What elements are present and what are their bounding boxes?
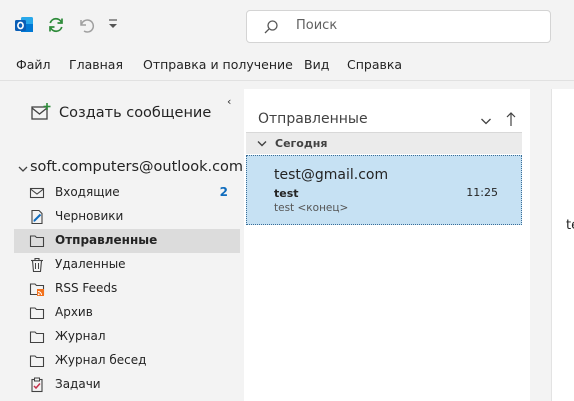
- folder-journal[interactable]: Журнал: [14, 325, 240, 349]
- search-placeholder: Поиск: [296, 18, 338, 33]
- chevron-down-icon: [257, 141, 267, 147]
- folder-label: Журнал бесед: [55, 353, 147, 367]
- tasks-icon: [31, 377, 43, 393]
- message-preview: test <конец>: [274, 202, 349, 214]
- send-receive-icon[interactable]: [46, 15, 66, 35]
- folder-rss-feeds[interactable]: RSS Feeds: [14, 277, 240, 301]
- folder-tasks[interactable]: Задачи: [14, 373, 240, 397]
- folder-sent[interactable]: Отправленные: [14, 229, 240, 253]
- chevron-down-icon: [18, 166, 28, 172]
- unread-count-badge: 2: [219, 185, 228, 199]
- account-name: soft.computers@outlook.com: [30, 159, 244, 175]
- trash-icon: [31, 257, 43, 273]
- folder-icon: [29, 235, 45, 248]
- inbox-icon: [29, 187, 45, 199]
- rss-icon: [29, 283, 45, 296]
- menu-bar: Файл Главная Отправка и получение Вид Сп…: [0, 52, 574, 80]
- folder-drafts[interactable]: Черновики: [14, 205, 240, 229]
- customize-toolbar-icon[interactable]: [105, 16, 125, 36]
- undo-icon[interactable]: [76, 15, 96, 35]
- message-list-pane: Отправленные Сегодня test@gmail.com test…: [244, 89, 530, 401]
- search-icon: [263, 19, 279, 35]
- folder-label: Задачи: [55, 377, 101, 391]
- new-message-label: Создать сообщение: [59, 105, 212, 121]
- folder-label: Черновики: [55, 209, 124, 223]
- folder-label: Удаленные: [55, 257, 126, 271]
- menu-send-receive[interactable]: Отправка и получение: [143, 57, 293, 72]
- sort-arrow-up-icon[interactable]: [506, 111, 516, 127]
- message-item[interactable]: test@gmail.com test 11:25 test <конец>: [246, 155, 522, 225]
- folder-icon: [29, 307, 45, 320]
- folder-inbox[interactable]: Входящие 2: [14, 181, 240, 205]
- folder-label: Входящие: [55, 185, 120, 199]
- outlook-logo-icon: [14, 15, 34, 35]
- folder-label: Отправленные: [55, 233, 158, 247]
- folder-label: RSS Feeds: [55, 281, 118, 295]
- filter-chevron-icon[interactable]: [480, 115, 492, 127]
- message-subject: test: [274, 187, 299, 200]
- menu-help[interactable]: Справка: [347, 57, 402, 72]
- search-input[interactable]: Поиск: [246, 10, 551, 43]
- new-mail-icon: [31, 103, 51, 120]
- date-group-header[interactable]: Сегодня: [246, 132, 522, 154]
- drafts-icon: [31, 209, 43, 225]
- message-sender: test@gmail.com: [274, 167, 389, 183]
- message-time: 11:25: [466, 186, 498, 199]
- folder-label: Журнал: [55, 329, 106, 343]
- account-header[interactable]: soft.computers@outlook.com: [18, 159, 243, 179]
- menu-home[interactable]: Главная: [69, 57, 123, 72]
- folder-pane: Создать сообщение ‹ soft.computers@outlo…: [9, 89, 244, 401]
- menu-divider: [0, 80, 574, 81]
- reading-pane-text: te: [566, 218, 574, 233]
- reading-pane: te: [551, 89, 574, 401]
- folder-icon: [29, 331, 45, 344]
- menu-view[interactable]: Вид: [304, 57, 329, 72]
- title-bar: Поиск: [0, 0, 574, 52]
- folder-conversation-history[interactable]: Журнал бесед: [14, 349, 240, 373]
- message-list-title: Отправленные: [258, 111, 368, 127]
- date-group-label: Сегодня: [275, 137, 328, 150]
- folder-label: Архив: [55, 305, 93, 319]
- folder-archive[interactable]: Архив: [14, 301, 240, 325]
- collapse-pane-icon[interactable]: ‹: [227, 95, 231, 108]
- folder-icon: [29, 355, 45, 368]
- menu-file[interactable]: Файл: [16, 57, 51, 72]
- folder-deleted[interactable]: Удаленные: [14, 253, 240, 277]
